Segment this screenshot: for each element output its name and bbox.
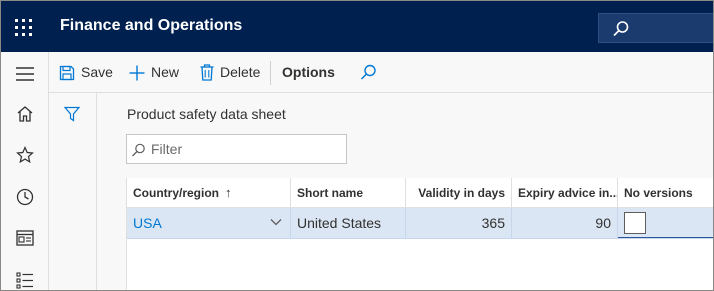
column-header-validity-in-days[interactable]: Validity in days	[406, 178, 512, 208]
action-search-button[interactable]	[360, 52, 383, 93]
main-content: Product safety data sheet Country/region…	[97, 93, 713, 290]
column-header-expiry-advice[interactable]: Expiry advice in...	[512, 178, 618, 208]
country-region-dropdown[interactable]: USA	[127, 208, 291, 238]
grid-header: Country/region ↑ Short name Validity in d…	[127, 178, 713, 208]
navigation-pane	[1, 52, 49, 290]
workspace-icon[interactable]	[13, 226, 37, 250]
new-button[interactable]: New	[129, 52, 179, 93]
waffle-icon[interactable]	[13, 17, 33, 37]
sort-ascending-icon: ↑	[225, 185, 232, 200]
save-button[interactable]: Save	[59, 52, 113, 93]
action-separator	[270, 61, 271, 85]
new-label: New	[151, 64, 180, 80]
search-icon	[613, 21, 629, 37]
plus-icon	[129, 65, 145, 80]
no-versions-cell[interactable]	[618, 208, 713, 238]
column-header-country-region[interactable]: Country/region ↑	[127, 178, 291, 208]
grid-filter-box[interactable]	[126, 134, 347, 164]
chevron-down-icon[interactable]	[270, 218, 282, 226]
column-header-short-name[interactable]: Short name	[291, 178, 406, 208]
column-header-label: Short name	[297, 186, 364, 200]
clock-icon[interactable]	[13, 185, 37, 209]
options-tab[interactable]: Options	[282, 52, 335, 93]
column-header-label: Country/region	[133, 186, 219, 200]
filter-input[interactable]	[151, 139, 341, 159]
save-label: Save	[81, 64, 113, 80]
star-icon[interactable]	[13, 143, 37, 167]
options-label: Options	[282, 64, 335, 80]
delete-button[interactable]: Delete	[200, 52, 260, 93]
table-row[interactable]: USA United States 365 90	[127, 208, 713, 239]
save-icon	[59, 65, 75, 80]
short-name-cell[interactable]: United States	[291, 208, 406, 238]
focus-underline	[618, 237, 713, 238]
column-header-label: Validity in days	[418, 186, 505, 200]
validity-in-days-cell[interactable]: 365	[406, 208, 512, 238]
column-header-no-versions[interactable]: No versions	[618, 178, 713, 208]
home-icon[interactable]	[13, 102, 37, 126]
top-bar: Finance and Operations	[1, 1, 713, 52]
country-region-value: USA	[133, 215, 162, 231]
column-header-label: No versions	[624, 186, 693, 200]
search-icon	[132, 143, 145, 157]
no-versions-checkbox[interactable]	[624, 212, 646, 234]
filter-pane	[49, 93, 97, 290]
expiry-advice-cell[interactable]: 90	[512, 208, 618, 238]
hamburger-icon[interactable]	[13, 62, 37, 86]
data-grid: Country/region ↑ Short name Validity in d…	[126, 178, 713, 290]
delete-label: Delete	[220, 64, 261, 80]
global-search-button[interactable]	[598, 13, 713, 43]
action-pane: Save New Delete Options	[49, 52, 713, 93]
trash-icon	[200, 64, 214, 81]
filter-icon[interactable]	[61, 103, 83, 125]
column-header-label: Expiry advice in...	[518, 186, 618, 200]
search-icon	[360, 64, 376, 80]
app-title: Finance and Operations	[60, 17, 243, 34]
app-window: Finance and Operations Save New Delete O…	[0, 0, 714, 291]
page-title: Product safety data sheet	[127, 106, 286, 122]
list-icon[interactable]	[13, 268, 37, 290]
